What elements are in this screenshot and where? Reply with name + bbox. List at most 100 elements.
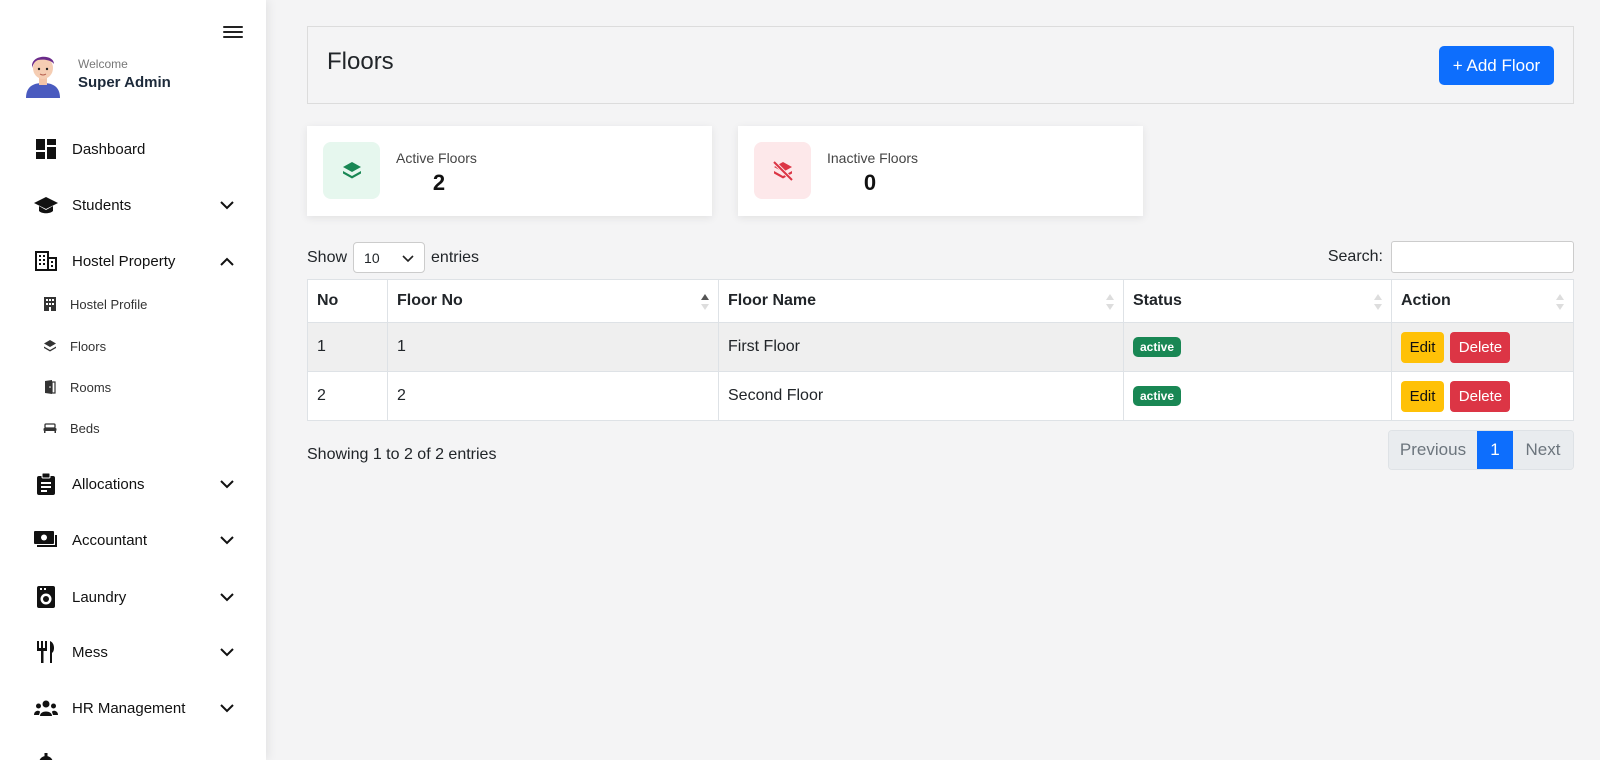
building-icon [34, 249, 58, 273]
column-header-label: Floor No [397, 292, 463, 309]
sidebar-item-settings[interactable] [34, 748, 234, 760]
sidebar-item-students[interactable]: Students [34, 190, 234, 220]
delete-button[interactable]: Delete [1450, 380, 1511, 412]
sidebar-item-accountant[interactable]: Accountant [34, 525, 234, 555]
column-header-floor-no[interactable]: Floor No [387, 279, 719, 323]
money-icon [34, 528, 58, 552]
column-header-label: Status [1133, 292, 1182, 309]
cell-floor-name: First Floor [718, 322, 1124, 372]
welcome-text: Welcome [78, 57, 128, 71]
sidebar-subitem-rooms[interactable]: Rooms [42, 376, 111, 398]
clipboard-icon [34, 472, 58, 496]
column-header-status[interactable]: Status [1123, 279, 1392, 323]
stat-label: Inactive Floors [827, 150, 919, 166]
table-search: Search: [1328, 241, 1574, 273]
avatar [26, 56, 60, 98]
stat-label: Active Floors [396, 150, 477, 166]
layers-slash-icon [754, 142, 811, 199]
show-label: Show [307, 248, 348, 266]
search-label: Search: [1327, 248, 1383, 265]
chevron-down-icon [220, 590, 234, 604]
entries-label: entries [431, 248, 480, 266]
pagination-next[interactable]: Next [1513, 431, 1573, 469]
floors-table: No Floor No Floor Name Status Action 1 1… [307, 279, 1574, 421]
cell-action: Edit Delete [1391, 371, 1574, 421]
utensils-icon [34, 640, 58, 664]
sort-ascending-icon [701, 294, 709, 310]
sidebar-subitem-hostel-profile[interactable]: Hostel Profile [42, 293, 147, 315]
door-icon [42, 379, 58, 395]
table-header-row: No Floor No Floor Name Status Action [307, 279, 1574, 323]
chevron-down-icon [220, 477, 234, 491]
sidebar: Welcome Super Admin Dashboard Students H… [0, 0, 266, 760]
sidebar-subitem-beds[interactable]: Beds [42, 417, 100, 439]
sidebar-subitem-floors[interactable]: Floors [42, 335, 106, 357]
sidebar-item-label: Accountant [72, 531, 148, 549]
edit-button[interactable]: Edit [1401, 331, 1444, 363]
chevron-down-icon [220, 533, 234, 547]
column-header-label: Floor Name [728, 292, 817, 309]
cell-no: 2 [307, 371, 388, 421]
chevron-down-icon [402, 250, 414, 266]
sidebar-item-hr-management[interactable]: HR Management [34, 693, 234, 723]
layers-icon [323, 142, 380, 199]
washing-machine-icon [34, 585, 58, 609]
pagination-page-1[interactable]: 1 [1477, 431, 1513, 469]
cell-status: active [1123, 322, 1392, 372]
cell-no: 1 [307, 322, 388, 372]
stat-value: 2 [432, 170, 446, 195]
column-header-label: Action [1401, 292, 1451, 309]
table-row: 1 1 First Floor active Edit Delete [307, 322, 1574, 372]
sidebar-item-label: Dashboard [72, 140, 146, 158]
inactive-floors-card: Inactive Floors 0 [738, 126, 1143, 216]
users-icon [34, 696, 58, 720]
add-floor-button[interactable]: + Add Floor [1439, 46, 1554, 85]
chevron-down-icon [220, 701, 234, 715]
cell-floor-name: Second Floor [718, 371, 1124, 421]
search-input[interactable] [1391, 241, 1574, 273]
cell-action: Edit Delete [1391, 322, 1574, 372]
sidebar-item-mess[interactable]: Mess [34, 637, 234, 667]
page-header: Floors + Add Floor [307, 26, 1574, 104]
sort-icon [1556, 294, 1564, 310]
sidebar-subitem-label: Rooms [70, 379, 112, 395]
user-name: Super Admin [78, 74, 171, 91]
bed-icon [42, 420, 58, 436]
sidebar-item-label: HR Management [72, 699, 186, 717]
column-header-floor-name[interactable]: Floor Name [718, 279, 1124, 323]
column-header-no[interactable]: No [307, 279, 388, 323]
stat-value: 0 [863, 170, 877, 195]
pagination: Previous 1 Next [1388, 430, 1574, 470]
sidebar-item-laundry[interactable]: Laundry [34, 582, 234, 612]
table-row: 2 2 Second Floor active Edit Delete [307, 371, 1574, 421]
sidebar-item-dashboard[interactable]: Dashboard [34, 134, 234, 164]
pagination-previous[interactable]: Previous [1389, 431, 1477, 469]
user-profile: Welcome Super Admin [24, 50, 171, 98]
sidebar-subitem-label: Floors [70, 338, 107, 354]
gear-icon [34, 751, 58, 760]
cell-status: active [1123, 371, 1392, 421]
sidebar-item-hostel-property[interactable]: Hostel Property [34, 246, 234, 276]
chevron-up-icon [220, 254, 234, 268]
entries-select-value: 10 [364, 249, 380, 266]
active-floors-card: Active Floors 2 [307, 126, 712, 216]
sidebar-item-allocations[interactable]: Allocations [34, 469, 234, 499]
sidebar-item-label: Allocations [72, 475, 145, 493]
entries-length-control: Show 10 entries [307, 242, 479, 273]
delete-button[interactable]: Delete [1450, 331, 1511, 363]
dashboard-icon [34, 137, 58, 161]
sidebar-item-label: Students [72, 196, 132, 214]
entries-select[interactable]: 10 [353, 242, 426, 273]
sidebar-subitem-label: Hostel Profile [70, 296, 148, 312]
menu-toggle-icon[interactable] [223, 23, 243, 43]
sidebar-item-label: Laundry [72, 588, 127, 606]
cell-floor-no: 2 [387, 371, 719, 421]
building-icon [42, 296, 58, 312]
chevron-down-icon [220, 198, 234, 212]
sort-icon [1374, 294, 1382, 310]
column-header-action[interactable]: Action [1391, 279, 1574, 323]
sidebar-subitem-label: Beds [70, 420, 100, 436]
layers-icon [42, 338, 58, 354]
sidebar-item-label: Mess [72, 643, 108, 661]
edit-button[interactable]: Edit [1401, 380, 1444, 412]
